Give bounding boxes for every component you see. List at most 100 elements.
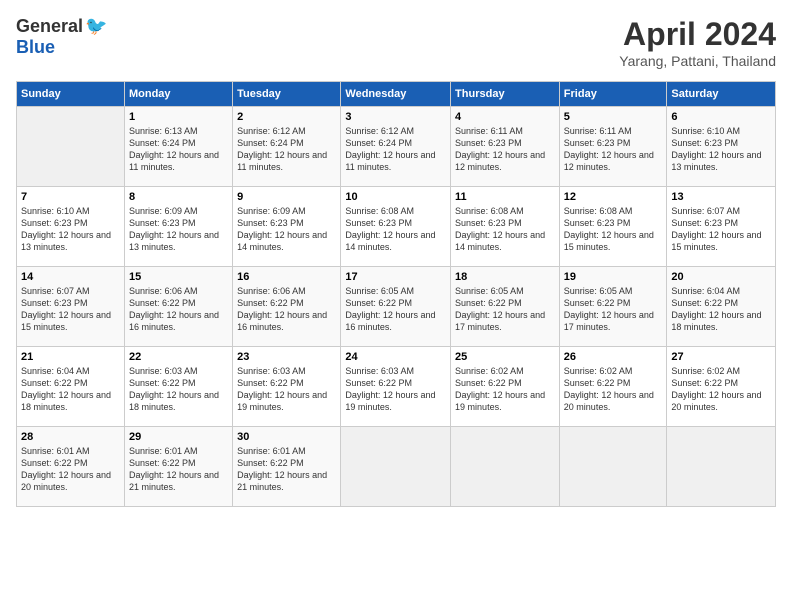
calendar-cell: 26 Sunrise: 6:02 AMSunset: 6:22 PMDayligh…: [559, 347, 667, 427]
calendar-cell: 12 Sunrise: 6:08 AMSunset: 6:23 PMDayligh…: [559, 187, 667, 267]
day-number: 19: [564, 271, 663, 283]
day-number: 13: [671, 191, 771, 203]
day-info: Sunrise: 6:08 AMSunset: 6:23 PMDaylight:…: [455, 205, 555, 254]
calendar-cell: 6 Sunrise: 6:10 AMSunset: 6:23 PMDaylight…: [667, 107, 776, 187]
column-header-monday: Monday: [124, 82, 232, 107]
calendar-body: 1 Sunrise: 6:13 AMSunset: 6:24 PMDaylight…: [17, 107, 776, 507]
day-number: 30: [237, 431, 336, 443]
calendar-cell: 24 Sunrise: 6:03 AMSunset: 6:22 PMDayligh…: [341, 347, 451, 427]
calendar-cell: 3Sunrise: 6:12 AMSunset: 6:24 PMDaylight…: [341, 107, 451, 187]
day-info: Sunrise: 6:03 AMSunset: 6:22 PMDaylight:…: [129, 365, 228, 414]
day-number: 9: [237, 191, 336, 203]
day-number: 26: [564, 351, 663, 363]
day-info: Sunrise: 6:06 AMSunset: 6:22 PMDaylight:…: [237, 285, 336, 334]
calendar-cell: 2Sunrise: 6:12 AMSunset: 6:24 PMDaylight…: [233, 107, 341, 187]
calendar-cell: 14 Sunrise: 6:07 AMSunset: 6:23 PMDayligh…: [17, 267, 125, 347]
day-info: Sunrise: 6:05 AMSunset: 6:22 PMDaylight:…: [345, 285, 446, 334]
page-header: General 🐦 Blue April 2024 Yarang, Pattan…: [16, 16, 776, 69]
day-number: 18: [455, 271, 555, 283]
day-info: Sunrise: 6:02 AMSunset: 6:22 PMDaylight:…: [564, 365, 663, 414]
calendar-table: SundayMondayTuesdayWednesdayThursdayFrid…: [16, 81, 776, 507]
month-title: April 2024: [619, 16, 776, 53]
calendar-cell: 7Sunrise: 6:10 AMSunset: 6:23 PMDaylight…: [17, 187, 125, 267]
calendar-cell: [559, 427, 667, 507]
calendar-cell: [17, 107, 125, 187]
day-number: 11: [455, 191, 555, 203]
week-row-5: 28 Sunrise: 6:01 AMSunset: 6:22 PMDayligh…: [17, 427, 776, 507]
day-number: 29: [129, 431, 228, 443]
calendar-cell: 15Sunrise: 6:06 AMSunset: 6:22 PMDayligh…: [124, 267, 232, 347]
calendar-cell: 9 Sunrise: 6:09 AMSunset: 6:23 PMDaylight…: [233, 187, 341, 267]
calendar-cell: [667, 427, 776, 507]
column-header-wednesday: Wednesday: [341, 82, 451, 107]
calendar-cell: 30 Sunrise: 6:01 AMSunset: 6:22 PMDayligh…: [233, 427, 341, 507]
day-number: 2: [237, 111, 336, 123]
day-number: 21: [21, 351, 120, 363]
day-number: 10: [345, 191, 446, 203]
day-info: Sunrise: 6:01 AMSunset: 6:22 PMDaylight:…: [237, 445, 336, 494]
day-number: 1: [129, 111, 228, 123]
logo: General 🐦 Blue: [16, 16, 107, 58]
day-info: Sunrise: 6:09 AMSunset: 6:23 PMDaylight:…: [237, 205, 336, 254]
day-info: Sunrise: 6:01 AMSunset: 6:22 PMDaylight:…: [129, 445, 228, 494]
title-block: April 2024 Yarang, Pattani, Thailand: [619, 16, 776, 69]
calendar-cell: 18Sunrise: 6:05 AMSunset: 6:22 PMDayligh…: [451, 267, 560, 347]
calendar-cell: 11 Sunrise: 6:08 AMSunset: 6:23 PMDayligh…: [451, 187, 560, 267]
calendar-cell: 10 Sunrise: 6:08 AMSunset: 6:23 PMDayligh…: [341, 187, 451, 267]
day-number: 22: [129, 351, 228, 363]
calendar-cell: 4 Sunrise: 6:11 AMSunset: 6:23 PMDaylight…: [451, 107, 560, 187]
column-header-tuesday: Tuesday: [233, 82, 341, 107]
day-number: 14: [21, 271, 120, 283]
day-number: 12: [564, 191, 663, 203]
day-info: Sunrise: 6:06 AMSunset: 6:22 PMDaylight:…: [129, 285, 228, 334]
day-info: Sunrise: 6:05 AMSunset: 6:22 PMDaylight:…: [564, 285, 663, 334]
calendar-cell: 17 Sunrise: 6:05 AMSunset: 6:22 PMDayligh…: [341, 267, 451, 347]
day-info: Sunrise: 6:11 AMSunset: 6:23 PMDaylight:…: [564, 125, 663, 174]
day-number: 4: [455, 111, 555, 123]
day-number: 16: [237, 271, 336, 283]
calendar-cell: [341, 427, 451, 507]
day-info: Sunrise: 6:13 AMSunset: 6:24 PMDaylight:…: [129, 125, 228, 174]
day-info: Sunrise: 6:09 AMSunset: 6:23 PMDaylight:…: [129, 205, 228, 254]
day-info: Sunrise: 6:10 AMSunset: 6:23 PMDaylight:…: [671, 125, 771, 174]
column-header-sunday: Sunday: [17, 82, 125, 107]
column-header-thursday: Thursday: [451, 82, 560, 107]
calendar-cell: 5Sunrise: 6:11 AMSunset: 6:23 PMDaylight…: [559, 107, 667, 187]
location-text: Yarang, Pattani, Thailand: [619, 53, 776, 69]
calendar-cell: 25 Sunrise: 6:02 AMSunset: 6:22 PMDayligh…: [451, 347, 560, 427]
day-number: 8: [129, 191, 228, 203]
calendar-cell: 28Sunrise: 6:01 AMSunset: 6:22 PMDayligh…: [17, 427, 125, 507]
day-info: Sunrise: 6:11 AMSunset: 6:23 PMDaylight:…: [455, 125, 555, 174]
day-info: Sunrise: 6:02 AMSunset: 6:22 PMDaylight:…: [455, 365, 555, 414]
day-number: 24: [345, 351, 446, 363]
day-number: 27: [671, 351, 771, 363]
day-info: Sunrise: 6:03 AMSunset: 6:22 PMDaylight:…: [237, 365, 336, 414]
logo-general-text: General: [16, 16, 83, 37]
day-number: 25: [455, 351, 555, 363]
calendar-cell: 29 Sunrise: 6:01 AMSunset: 6:22 PMDayligh…: [124, 427, 232, 507]
day-info: Sunrise: 6:10 AMSunset: 6:23 PMDaylight:…: [21, 205, 120, 254]
day-info: Sunrise: 6:07 AMSunset: 6:23 PMDaylight:…: [21, 285, 120, 334]
day-info: Sunrise: 6:03 AMSunset: 6:22 PMDaylight:…: [345, 365, 446, 414]
calendar-cell: 20 Sunrise: 6:04 AMSunset: 6:22 PMDayligh…: [667, 267, 776, 347]
day-number: 28: [21, 431, 120, 443]
day-number: 17: [345, 271, 446, 283]
day-info: Sunrise: 6:04 AMSunset: 6:22 PMDaylight:…: [21, 365, 120, 414]
week-row-4: 21 Sunrise: 6:04 AMSunset: 6:22 PMDayligh…: [17, 347, 776, 427]
day-number: 6: [671, 111, 771, 123]
calendar-cell: 21 Sunrise: 6:04 AMSunset: 6:22 PMDayligh…: [17, 347, 125, 427]
calendar-header-row: SundayMondayTuesdayWednesdayThursdayFrid…: [17, 82, 776, 107]
day-number: 20: [671, 271, 771, 283]
calendar-cell: 22 Sunrise: 6:03 AMSunset: 6:22 PMDayligh…: [124, 347, 232, 427]
day-info: Sunrise: 6:12 AMSunset: 6:24 PMDaylight:…: [345, 125, 446, 174]
day-info: Sunrise: 6:08 AMSunset: 6:23 PMDaylight:…: [564, 205, 663, 254]
week-row-1: 1 Sunrise: 6:13 AMSunset: 6:24 PMDaylight…: [17, 107, 776, 187]
day-info: Sunrise: 6:04 AMSunset: 6:22 PMDaylight:…: [671, 285, 771, 334]
day-info: Sunrise: 6:08 AMSunset: 6:23 PMDaylight:…: [345, 205, 446, 254]
calendar-cell: 19 Sunrise: 6:05 AMSunset: 6:22 PMDayligh…: [559, 267, 667, 347]
calendar-cell: 16 Sunrise: 6:06 AMSunset: 6:22 PMDayligh…: [233, 267, 341, 347]
calendar-cell: [451, 427, 560, 507]
column-header-saturday: Saturday: [667, 82, 776, 107]
calendar-cell: 23Sunrise: 6:03 AMSunset: 6:22 PMDayligh…: [233, 347, 341, 427]
logo-bird-icon: 🐦: [85, 16, 107, 37]
